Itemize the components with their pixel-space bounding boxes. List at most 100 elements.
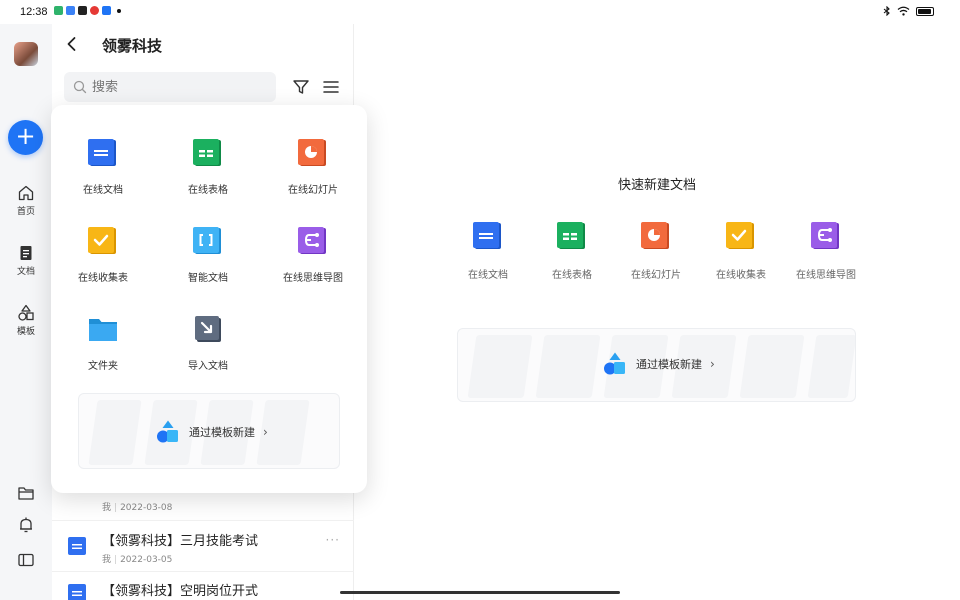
template-preview [88,400,142,466]
list-item[interactable]: 【领雾科技】空明岗位开式 [52,571,354,600]
more-notifications-icon [117,8,121,13]
template-entry: 通过模板新建 › [602,351,715,377]
template-shapes-icon [157,420,178,443]
avatar[interactable] [14,42,38,66]
template-icon [18,304,34,321]
menu-item-label: 导入文档 [188,361,228,372]
quick-create-label: 在线文档 [468,270,508,281]
create-folder[interactable]: 文件夹 [53,313,153,372]
template-label: 通过模板新建 [189,426,255,439]
chevron-left-icon [67,37,76,51]
smart-doc-icon [193,227,221,254]
filter-icon[interactable] [292,78,310,96]
home-indicator[interactable] [340,591,620,594]
search-bar[interactable] [64,72,276,102]
slides-icon [641,222,669,249]
doc-meta: 我 | 2022-03-05 [102,552,172,565]
quick-create-label: 在线思维导图 [796,270,856,281]
search-icon [73,80,87,94]
more-options-button[interactable]: ··· [326,533,340,547]
form-icon [726,222,754,249]
template-shapes-icon [604,352,625,375]
meta-divider: | [114,555,118,565]
doc-title: 【领雾科技】空明岗位开式 [102,584,259,599]
menu-icon[interactable] [322,78,340,96]
menu-item-label: 在线表格 [188,185,228,196]
doc-meta: 我 | 2022-03-08 [102,500,172,513]
quick-create-slides[interactable]: 在线幻灯片 [616,220,696,281]
quick-create-label: 在线表格 [552,270,592,281]
create-online-sheet[interactable]: 在线表格 [158,137,258,196]
status-time: 12:38 [20,6,48,18]
sidebar-toggle-icon[interactable] [17,551,35,569]
create-online-mindmap[interactable]: 在线思维导图 [263,225,363,284]
quick-template-card[interactable]: 通过模板新建 › [457,328,856,402]
back-button[interactable] [62,34,82,54]
template-entry: 通过模板新建 › [155,419,268,445]
folder-icon [89,319,117,341]
notification-icons [54,6,121,15]
meta-divider: | [114,503,118,513]
create-online-form[interactable]: 在线收集表 [53,225,153,284]
template-label: 通过模板新建 [636,358,702,371]
slides-icon [298,139,326,166]
quick-create-doc[interactable]: 在线文档 [448,220,528,281]
menu-item-label: 在线文档 [83,185,123,196]
sheet-icon [557,222,585,249]
nav-item-home[interactable]: 首页 [0,184,52,217]
quick-create-label: 在线收集表 [716,270,766,281]
nav-item-docs[interactable]: 文档 [0,244,52,277]
nav-item-templates[interactable]: 模板 [0,304,52,337]
mindmap-icon [811,222,839,249]
sheet-icon [193,139,221,166]
home-icon [18,185,34,201]
system-indicators [883,6,934,16]
nav-item-label: 文档 [16,267,35,277]
wechat-icon [54,6,63,15]
menu-item-label: 在线收集表 [78,273,128,284]
template-preview [739,335,805,399]
wifi-icon [897,6,910,16]
create-button[interactable]: + [8,120,43,155]
import-icon [195,316,221,342]
form-icon [88,227,116,254]
doc-date: 2022-03-05 [120,555,173,565]
bell-icon[interactable] [17,516,35,534]
list-item[interactable]: 【领雾科技】三月技能考试 我 | 2022-03-05 ··· [52,520,354,570]
create-from-template-card[interactable]: 通过模板新建 › [78,393,340,469]
quick-create-form[interactable]: 在线收集表 [701,220,781,281]
search-input[interactable] [92,72,272,102]
quick-create-title: 快速新建文档 [617,178,696,193]
import-document[interactable]: 导入文档 [158,313,258,372]
menu-item-label: 在线幻灯片 [288,185,338,196]
template-preview [535,335,601,399]
template-preview [467,335,533,399]
create-smart-doc[interactable]: 智能文档 [158,225,258,284]
folder-icon[interactable] [17,484,35,502]
template-preview [807,335,855,399]
nav-item-label: 模板 [16,327,35,337]
mindmap-icon [298,227,326,254]
nav-item-label: 首页 [16,207,35,217]
create-online-slides[interactable]: 在线幻灯片 [263,137,363,196]
doc-title: 【领雾科技】三月技能考试 [102,534,259,549]
doc-file-icon [68,537,86,555]
quick-create-mindmap[interactable]: 在线思维导图 [786,220,866,281]
app-notification-icon [102,6,111,15]
doc-file-icon [68,584,86,600]
app-screen: 12:38 + 首页 文档 模板 领雾科技 搜索 我 | 2022-03-08 … [0,0,960,600]
app-notification-icon [78,6,87,15]
doc-icon [473,222,501,249]
quick-create-sheet[interactable]: 在线表格 [532,220,612,281]
chevron-right-icon: › [710,357,715,371]
menu-item-label: 在线思维导图 [283,273,343,284]
bluetooth-icon [883,6,890,16]
quick-create-label: 在线幻灯片 [631,270,681,281]
doc-icon [88,139,116,166]
create-menu-popup: 在线文档 在线表格 在线幻灯片 在线收集表 智能文档 在线思维导图 文件夹 导入… [51,105,367,493]
nav-rail: + 首页 文档 模板 [0,24,52,600]
doc-author: 我 [102,555,112,565]
menu-item-label: 智能文档 [188,273,228,284]
create-online-doc[interactable]: 在线文档 [53,137,153,196]
status-bar: 12:38 [0,0,960,24]
